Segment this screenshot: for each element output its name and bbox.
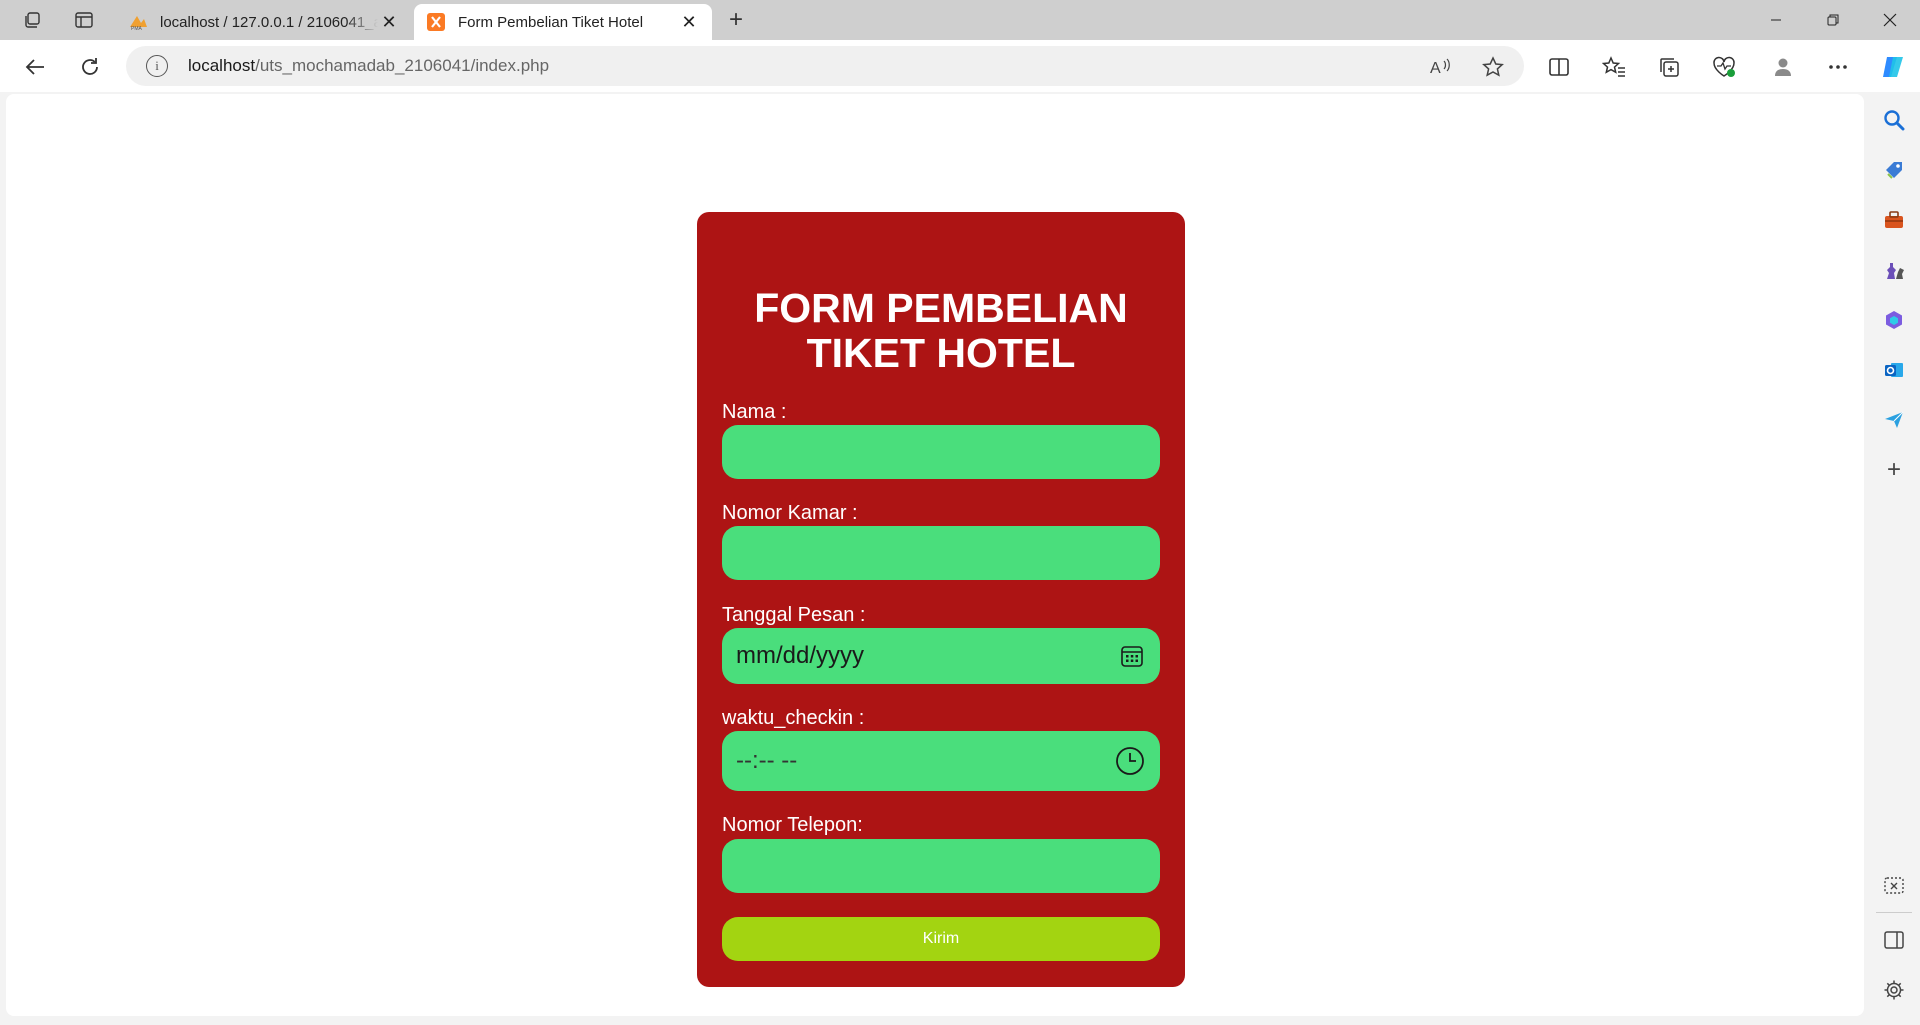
- browser-toolbar: i localhost/uts_mochamadab_2106041/index…: [0, 40, 1920, 92]
- close-tab-icon[interactable]: ✕: [678, 11, 700, 33]
- sidebar-divider: [1876, 912, 1912, 913]
- edge-sidebar: +: [1868, 92, 1920, 1025]
- copilot-icon[interactable]: [1878, 52, 1908, 82]
- form-card: FORM PEMBELIAN TIKET HOTEL Nama : Nomor …: [697, 212, 1185, 987]
- screenshot-icon[interactable]: [1882, 874, 1906, 898]
- games-icon[interactable]: [1882, 258, 1906, 282]
- split-screen-icon[interactable]: [1544, 52, 1574, 82]
- favorite-star-icon[interactable]: [1480, 54, 1506, 80]
- workspaces-icon[interactable]: [20, 8, 44, 32]
- svg-text:PMA: PMA: [131, 26, 143, 30]
- back-icon[interactable]: [20, 52, 50, 82]
- calendar-icon[interactable]: [1118, 642, 1146, 670]
- waktu-checkin-label: waktu_checkin :: [722, 707, 865, 729]
- refresh-icon[interactable]: [75, 52, 105, 82]
- add-icon[interactable]: +: [1882, 456, 1906, 483]
- kirim-button[interactable]: Kirim: [722, 917, 1160, 961]
- new-tab-icon[interactable]: +: [722, 6, 750, 34]
- sidebar-toggle-icon[interactable]: [1882, 928, 1906, 952]
- svg-text:A: A: [1430, 60, 1441, 77]
- form-title: FORM PEMBELIAN TIKET HOTEL: [754, 285, 1128, 376]
- restore-icon[interactable]: [1806, 0, 1860, 40]
- nama-label: Nama :: [722, 401, 787, 423]
- tools-icon[interactable]: [1882, 208, 1906, 232]
- nomor-telepon-input[interactable]: [722, 839, 1160, 893]
- url-text[interactable]: localhost/uts_mochamadab_2106041/index.p…: [188, 56, 549, 76]
- tab-phpmyadmin[interactable]: PMA localhost / 127.0.0.1 / 2106041_a ✕: [120, 4, 412, 40]
- site-info-icon[interactable]: i: [146, 55, 168, 77]
- collections-icon[interactable]: [1654, 52, 1684, 82]
- xampp-favicon-icon: [426, 12, 446, 32]
- search-icon[interactable]: [1882, 108, 1906, 132]
- health-icon[interactable]: [1709, 52, 1739, 82]
- microsoft365-icon[interactable]: [1882, 308, 1906, 332]
- phpmyadmin-favicon-icon: PMA: [128, 12, 148, 32]
- profile-icon[interactable]: [1768, 52, 1798, 82]
- nomor-kamar-input[interactable]: [722, 526, 1160, 580]
- tab-title: Form Pembelian Tiket Hotel: [458, 13, 644, 31]
- clock-icon[interactable]: [1114, 745, 1146, 777]
- settings-icon[interactable]: [1882, 978, 1906, 1002]
- time-placeholder: --:-- --: [736, 747, 798, 774]
- vertical-tabs-icon[interactable]: [72, 8, 96, 32]
- nomor-kamar-label: Nomor Kamar :: [722, 502, 858, 524]
- shopping-tag-icon[interactable]: [1882, 158, 1906, 182]
- close-window-icon[interactable]: [1863, 0, 1917, 40]
- address-bar[interactable]: i localhost/uts_mochamadab_2106041/index…: [126, 46, 1524, 86]
- tanggal-pesan-input[interactable]: mm/dd/yyyy: [722, 628, 1160, 684]
- more-icon[interactable]: [1823, 52, 1853, 82]
- tab-title: localhost / 127.0.0.1 / 2106041_a: [160, 13, 378, 31]
- tanggal-pesan-label: Tanggal Pesan :: [722, 604, 866, 626]
- nomor-telepon-label: Nomor Telepon:: [722, 814, 863, 836]
- page-viewport: FORM PEMBELIAN TIKET HOTEL Nama : Nomor …: [6, 94, 1864, 1016]
- outlook-icon[interactable]: [1882, 358, 1906, 382]
- send-icon[interactable]: [1882, 408, 1906, 432]
- nama-input[interactable]: [722, 425, 1160, 479]
- date-placeholder: mm/dd/yyyy: [736, 642, 865, 669]
- read-aloud-icon[interactable]: A: [1428, 54, 1454, 80]
- waktu-checkin-input[interactable]: --:-- --: [722, 731, 1160, 791]
- tab-form-pembelian[interactable]: Form Pembelian Tiket Hotel ✕: [414, 4, 712, 40]
- favorites-icon[interactable]: [1599, 52, 1629, 82]
- close-tab-icon[interactable]: ✕: [378, 11, 400, 33]
- minimize-icon[interactable]: [1749, 0, 1803, 40]
- tab-strip: PMA localhost / 127.0.0.1 / 2106041_a ✕ …: [0, 0, 1920, 40]
